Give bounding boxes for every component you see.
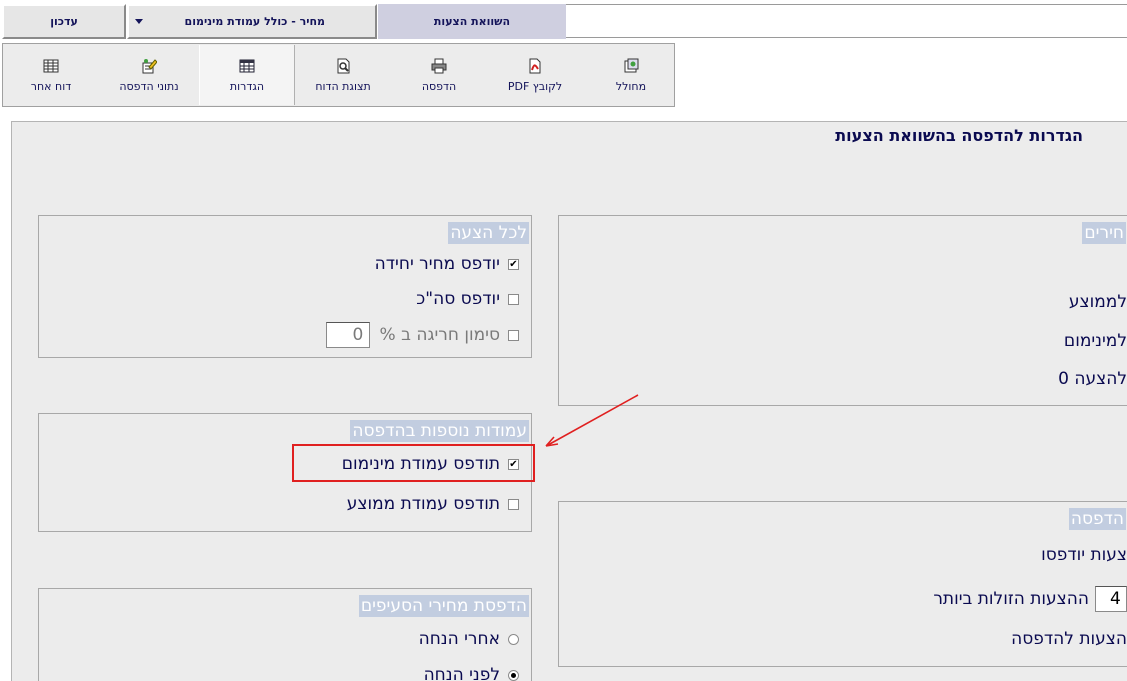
print-legend: הדפסה (1068, 508, 1126, 530)
item-prices-legend: הדפסת מחירי הסעיפים (358, 595, 529, 617)
after-discount-option[interactable]: אחרי הנחה (419, 629, 519, 649)
annotation-arrow-icon (545, 394, 639, 447)
other-report-button[interactable]: דוח אחר (3, 44, 99, 106)
before-discount-label: לפני הנחה (423, 665, 500, 681)
settings-label: הגדרות (229, 79, 265, 93)
prices-legend: חירים (1082, 222, 1126, 244)
prices-group: חירים (558, 215, 1127, 406)
print-data-button[interactable]: נתוני הדפסה (101, 44, 197, 106)
generator-button[interactable]: מחולל (583, 44, 679, 106)
page-title: הגדרות להדפסה בהשוואת הצעות (835, 126, 1083, 145)
per-offer-legend: לכל הצעה (448, 222, 529, 244)
print-label: הדפסה (421, 79, 457, 93)
chevron-down-icon (135, 19, 143, 24)
update-button[interactable]: עדכון (2, 4, 126, 39)
tab-bar-divider (566, 4, 1127, 38)
extra-columns-legend: עמודות נוספות בהדפסה (350, 420, 529, 442)
avg-column-checkbox[interactable] (508, 498, 519, 510)
report-view-button[interactable]: תצוגת הדוח (295, 44, 391, 106)
generator-icon (624, 58, 639, 72)
price-mode-dropdown[interactable]: מחיר - כולל עמודת מינימום (127, 4, 377, 39)
unit-price-option[interactable]: ✔ יודפס מחיר יחידה (375, 254, 519, 274)
item-prices-group: הדפסת מחירי הסעיפים אחרי הנחה לפני הנחה (38, 588, 532, 681)
total-option[interactable]: יודפס סה"כ (416, 289, 519, 309)
to-minimum-option[interactable]: למינימום (1064, 331, 1127, 351)
to-offer-option[interactable]: להצעה 0 (1058, 369, 1127, 389)
printer-icon (431, 58, 447, 73)
cheapest-count-input[interactable]: 4 (1095, 586, 1127, 612)
export-pdf-label: לקובץ PDF (507, 79, 563, 93)
total-checkbox[interactable] (508, 293, 519, 305)
report-view-label: תצוגת הדוח (315, 79, 371, 93)
cheapest-offers-option[interactable]: 4 ההצעות הזולות ביותר (933, 586, 1127, 612)
grid-settings-icon (239, 59, 255, 72)
top-tab-bar: עדכון מחיר - כולל עמודת מינימום השוואת ה… (0, 0, 1127, 42)
offers-printed-label: צעות יודפסו (1041, 545, 1127, 565)
toolbar: דוח אחר נתוני הדפסה הגדרות תצוגת הדוח הד… (2, 43, 675, 107)
deviation-label: סימון חריגה ב % (379, 325, 500, 345)
after-discount-radio[interactable] (508, 633, 519, 645)
pdf-icon (529, 58, 541, 73)
deviation-checkbox[interactable] (508, 329, 519, 341)
unit-price-checkbox[interactable]: ✔ (508, 258, 519, 270)
deviation-option[interactable]: סימון חריגה ב % 0 (325, 322, 519, 348)
cheapest-offers-label: ההצעות הזולות ביותר (933, 589, 1089, 609)
table-icon (43, 59, 59, 72)
export-pdf-button[interactable]: לקובץ PDF (487, 44, 583, 106)
generator-label: מחולל (615, 79, 647, 93)
before-discount-radio[interactable] (508, 669, 519, 681)
before-discount-option[interactable]: לפני הנחה (424, 665, 519, 681)
offers-to-print-option[interactable]: הצעות להדפסה (1011, 629, 1127, 649)
avg-column-label: תודפס עמודת ממוצע (346, 494, 500, 514)
deviation-percent-input[interactable]: 0 (325, 322, 370, 348)
total-label: יודפס סה"כ (416, 289, 500, 309)
unit-price-label: יודפס מחיר יחידה (374, 254, 500, 274)
price-mode-label: מחיר - כולל עמודת מינימום (184, 15, 325, 28)
avg-column-option[interactable]: תודפס עמודת ממוצע (347, 494, 519, 514)
settings-button[interactable]: הגדרות (199, 45, 295, 105)
print-button[interactable]: הדפסה (391, 44, 487, 106)
after-discount-label: אחרי הנחה (418, 629, 500, 649)
edit-data-icon (142, 58, 157, 73)
tab-compare-offers[interactable]: השוואת הצעות (378, 4, 566, 39)
per-offer-group: לכל הצעה ✔ יודפס מחיר יחידה יודפס סה"כ ס… (38, 215, 532, 358)
other-report-label: דוח אחר (30, 79, 72, 93)
to-average-option[interactable]: לממוצע (1069, 292, 1127, 312)
print-preview-icon (337, 58, 350, 73)
print-data-label: נתוני הדפסה (119, 79, 179, 93)
highlight-box (292, 444, 535, 482)
